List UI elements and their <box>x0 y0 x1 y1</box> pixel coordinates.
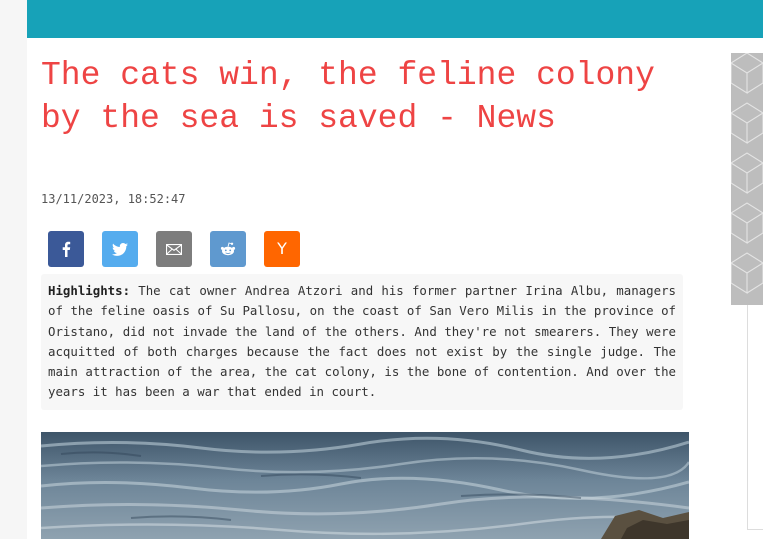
article-page: The cats win, the feline colony by the s… <box>27 38 763 539</box>
top-navigation-bar <box>27 0 763 38</box>
reddit-icon <box>220 242 236 256</box>
share-reddit-button[interactable] <box>210 231 246 267</box>
email-icon <box>166 243 182 255</box>
sidebar-advertisement[interactable] <box>731 53 763 305</box>
article-image <box>41 432 689 539</box>
hackernews-icon: Y <box>277 239 287 258</box>
share-twitter-button[interactable] <box>102 231 138 267</box>
sidebar-panel <box>747 305 763 530</box>
share-facebook-button[interactable] <box>48 231 84 267</box>
share-hackernews-button[interactable]: Y <box>264 231 300 267</box>
article-title: The cats win, the feline colony by the s… <box>41 57 655 137</box>
facebook-icon <box>62 241 71 257</box>
article-highlights: Highlights: The cat owner Andrea Atzori … <box>41 274 683 410</box>
share-email-button[interactable] <box>156 231 192 267</box>
highlights-label: Highlights: <box>48 283 131 298</box>
twitter-icon <box>112 242 128 256</box>
highlights-text: The cat owner Andrea Atzori and his form… <box>48 283 676 400</box>
article-timestamp: 13/11/2023, 18:52:47 <box>41 192 186 206</box>
